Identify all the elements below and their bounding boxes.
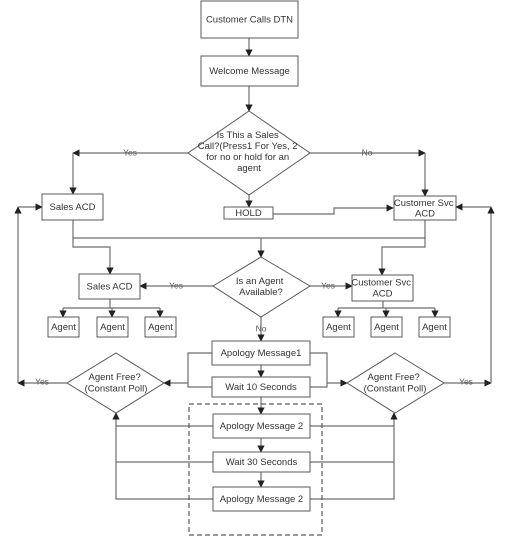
decision-line-3: for no or hold for an bbox=[206, 152, 289, 163]
agent-free-right-label: Agent Free? (Constant Poll) bbox=[364, 372, 427, 395]
node-agent-free-right[interactable]: Agent Free? (Constant Poll) bbox=[346, 352, 445, 414]
node-apology-message-2a[interactable]: Apology Message 2 bbox=[212, 413, 311, 439]
connector-sales-acd-merge bbox=[72, 220, 114, 275]
node-start[interactable]: Customer Calls DTN bbox=[200, 0, 299, 39]
decision-line-1: Is This a Sales bbox=[217, 130, 279, 141]
node-sales-acd-mid[interactable]: Sales ACD bbox=[78, 273, 141, 300]
sales-acd-mid-label: Sales ACD bbox=[87, 282, 133, 293]
sales-agent-1-label: Agent bbox=[51, 322, 76, 333]
cs-agent-1[interactable]: Agent bbox=[322, 316, 355, 338]
hold-label: HOLD bbox=[235, 208, 262, 219]
connector-bottom-right-loop bbox=[310, 425, 395, 500]
node-customer-svc-acd-mid[interactable]: Customer Svc ACD bbox=[351, 274, 414, 302]
decision-line-2: Call?(Press1 For Yes, 2 bbox=[198, 141, 298, 152]
edge-label-sales-call-no: No bbox=[362, 147, 373, 157]
start-label: Customer Calls DTN bbox=[206, 15, 293, 26]
node-agent-available-decision[interactable]: Is an Agent Available? bbox=[212, 256, 311, 318]
sales-agent-2-label: Agent bbox=[100, 322, 125, 333]
connector-cs-agents-trunk bbox=[338, 301, 435, 309]
node-wait-10[interactable]: Wait 10 Seconds bbox=[211, 376, 311, 398]
apology-1-label: Apology Message1 bbox=[221, 348, 302, 359]
wait-10-label: Wait 10 Seconds bbox=[225, 382, 297, 393]
edge-label-agent-free-right-yes: Yes bbox=[459, 376, 473, 386]
node-hold[interactable]: HOLD bbox=[223, 206, 274, 220]
cs-agent-2-label: Agent bbox=[374, 322, 399, 333]
agent-available-line-2: Available? bbox=[239, 287, 283, 298]
agent-free-right-line-2: (Constant Poll) bbox=[364, 383, 427, 394]
agent-free-right-line-1: Agent Free? bbox=[368, 372, 420, 383]
wait-30-label: Wait 30 Seconds bbox=[226, 457, 298, 468]
sales-agent-3[interactable]: Agent bbox=[144, 316, 177, 338]
node-apology-message-1[interactable]: Apology Message1 bbox=[211, 340, 311, 366]
connector-right-bracket bbox=[310, 352, 328, 388]
cs-agent-3-label: Agent bbox=[422, 322, 447, 333]
cs-agent-1-label: Agent bbox=[326, 322, 351, 333]
node-wait-30[interactable]: Wait 30 Seconds bbox=[212, 451, 311, 473]
agent-free-left-label: Agent Free? (Constant Poll) bbox=[85, 372, 148, 395]
apology-2a-label: Apology Message 2 bbox=[220, 421, 303, 432]
node-agent-free-left[interactable]: Agent Free? (Constant Poll) bbox=[66, 352, 165, 414]
sales-agent-1[interactable]: Agent bbox=[47, 316, 80, 338]
cs-mid-line-1: Customer Svc bbox=[351, 277, 411, 288]
decision-line-4: agent bbox=[237, 163, 261, 174]
node-sales-call-decision[interactable]: Is This a Sales Call?(Press1 For Yes, 2 … bbox=[187, 110, 311, 196]
agent-available-label: Is an Agent Available? bbox=[236, 276, 286, 298]
cs-agent-3[interactable]: Agent bbox=[418, 316, 451, 338]
sales-agent-3-label: Agent bbox=[148, 322, 173, 333]
sales-agent-2[interactable]: Agent bbox=[96, 316, 129, 338]
connector-hold-customer-svc bbox=[273, 204, 394, 215]
connector-bottom-left-loop bbox=[115, 425, 213, 500]
agent-free-left-line-1: Agent Free? bbox=[89, 372, 141, 383]
cs-agent-2[interactable]: Agent bbox=[370, 316, 403, 338]
connector-left-bracket bbox=[187, 352, 212, 388]
connector-customer-svc-merge bbox=[378, 220, 426, 276]
edge-label-available-yes-right: Yes bbox=[321, 280, 335, 290]
edge-label-available-no: No bbox=[256, 323, 267, 333]
edge-label-sales-call-yes: Yes bbox=[123, 147, 137, 157]
agent-free-left-line-2: (Constant Poll) bbox=[85, 383, 148, 394]
cs-top-line-2: ACD bbox=[415, 208, 435, 219]
node-sales-acd-top[interactable]: Sales ACD bbox=[41, 193, 104, 221]
apology-2b-label: Apology Message 2 bbox=[220, 494, 303, 505]
sales-acd-top-label: Sales ACD bbox=[50, 202, 96, 213]
node-apology-message-2b[interactable]: Apology Message 2 bbox=[212, 486, 311, 512]
cs-top-line-1: Customer Svc bbox=[394, 198, 454, 209]
node-customer-svc-acd-top[interactable]: Customer Svc ACD bbox=[393, 195, 457, 221]
connector-sales-agents-trunk bbox=[63, 299, 160, 309]
welcome-label: Welcome Message bbox=[209, 66, 290, 77]
cs-mid-line-2: ACD bbox=[372, 288, 392, 299]
node-welcome-message[interactable]: Welcome Message bbox=[200, 55, 299, 87]
edge-label-agent-free-left-yes: Yes bbox=[35, 376, 49, 386]
agent-available-line-1: Is an Agent bbox=[236, 276, 284, 287]
edge-label-available-yes-left: Yes bbox=[169, 280, 183, 290]
call-routing-flowchart: Customer Calls DTN Welcome Message Is Th… bbox=[14, 0, 495, 536]
